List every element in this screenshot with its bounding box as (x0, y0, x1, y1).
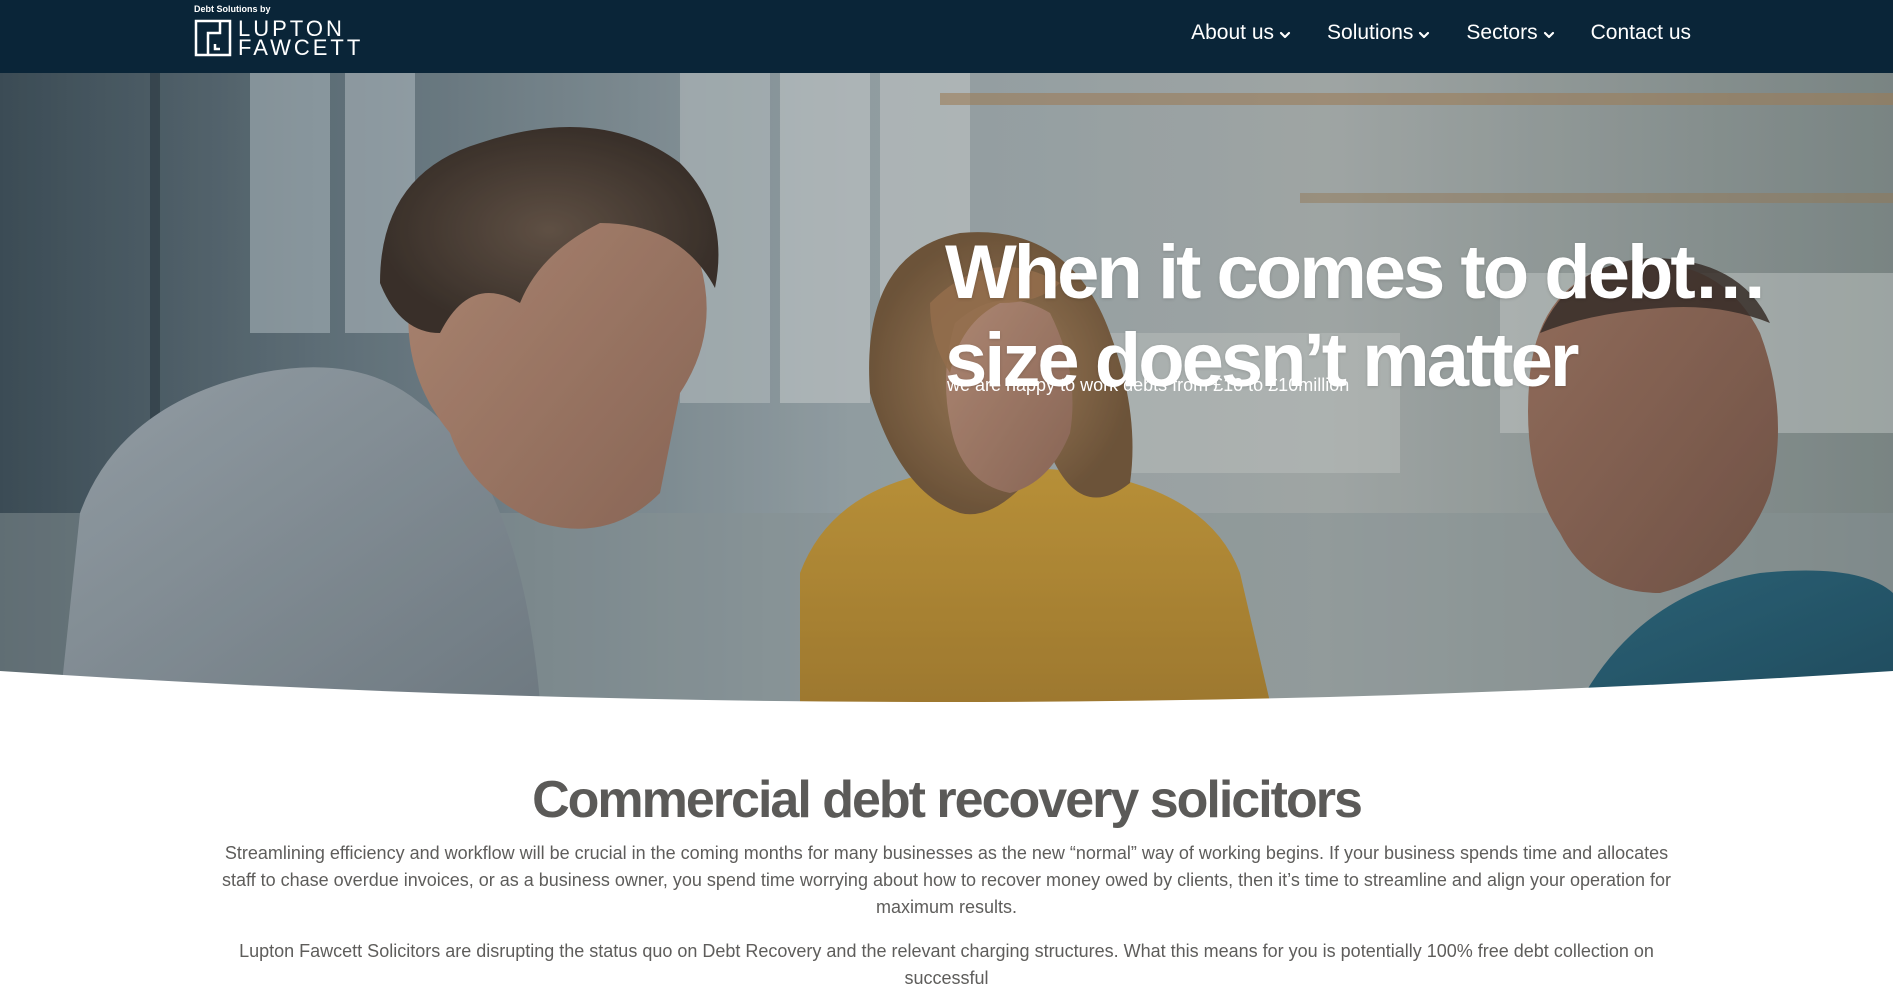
brand-row: LUPTON FAWCETT (194, 18, 364, 60)
brand-wordmark: LUPTON FAWCETT (238, 18, 364, 60)
brand-tagline: Debt Solutions by (194, 4, 271, 14)
chevron-down-icon (1279, 31, 1291, 39)
brand-line-2: FAWCETT (238, 35, 364, 60)
chevron-down-icon (1419, 31, 1430, 39)
intro-paragraph-1: Streamlining efficiency and workflow wil… (221, 843, 1672, 917)
nav-item-solutions[interactable]: Solutions (1327, 21, 1430, 45)
nav-item-about-us[interactable]: About us (1191, 21, 1291, 45)
intro-paragraph-2: Lupton Fawcett Solicitors are disrupting… (239, 941, 1654, 988)
nav-item-label: About us (1191, 21, 1275, 44)
nav-item-label: Solutions (1327, 21, 1414, 44)
brand-logo[interactable]: Debt Solutions by LUPTON FAWCETT (194, 4, 364, 60)
nav-item-label: Contact us (1590, 21, 1691, 44)
main-nav: About us Solutions Sectors Contact us (1155, 0, 1691, 66)
main-content: Commercial debt recovery solicitors Stre… (0, 771, 1893, 992)
chevron-down-icon (1543, 31, 1554, 39)
nav-item-sectors[interactable]: Sectors (1466, 21, 1554, 45)
nav-item-contact-us[interactable]: Contact us (1591, 21, 1691, 45)
site-header: Debt Solutions by LUPTON FAWCETT About u… (0, 0, 1893, 73)
section-heading: Commercial debt recovery solicitors (532, 771, 1363, 829)
lupton-fawcett-logo-mark-icon (194, 19, 232, 57)
nav-item-label: Sectors (1466, 21, 1538, 44)
hero-subtitle: we are happy to work debts from £10 to £… (947, 375, 1350, 395)
hero-banner: When it comes to debt… size doesn’t matt… (0, 73, 1893, 702)
hero-title-line-1: When it comes to debt… (945, 229, 1769, 315)
